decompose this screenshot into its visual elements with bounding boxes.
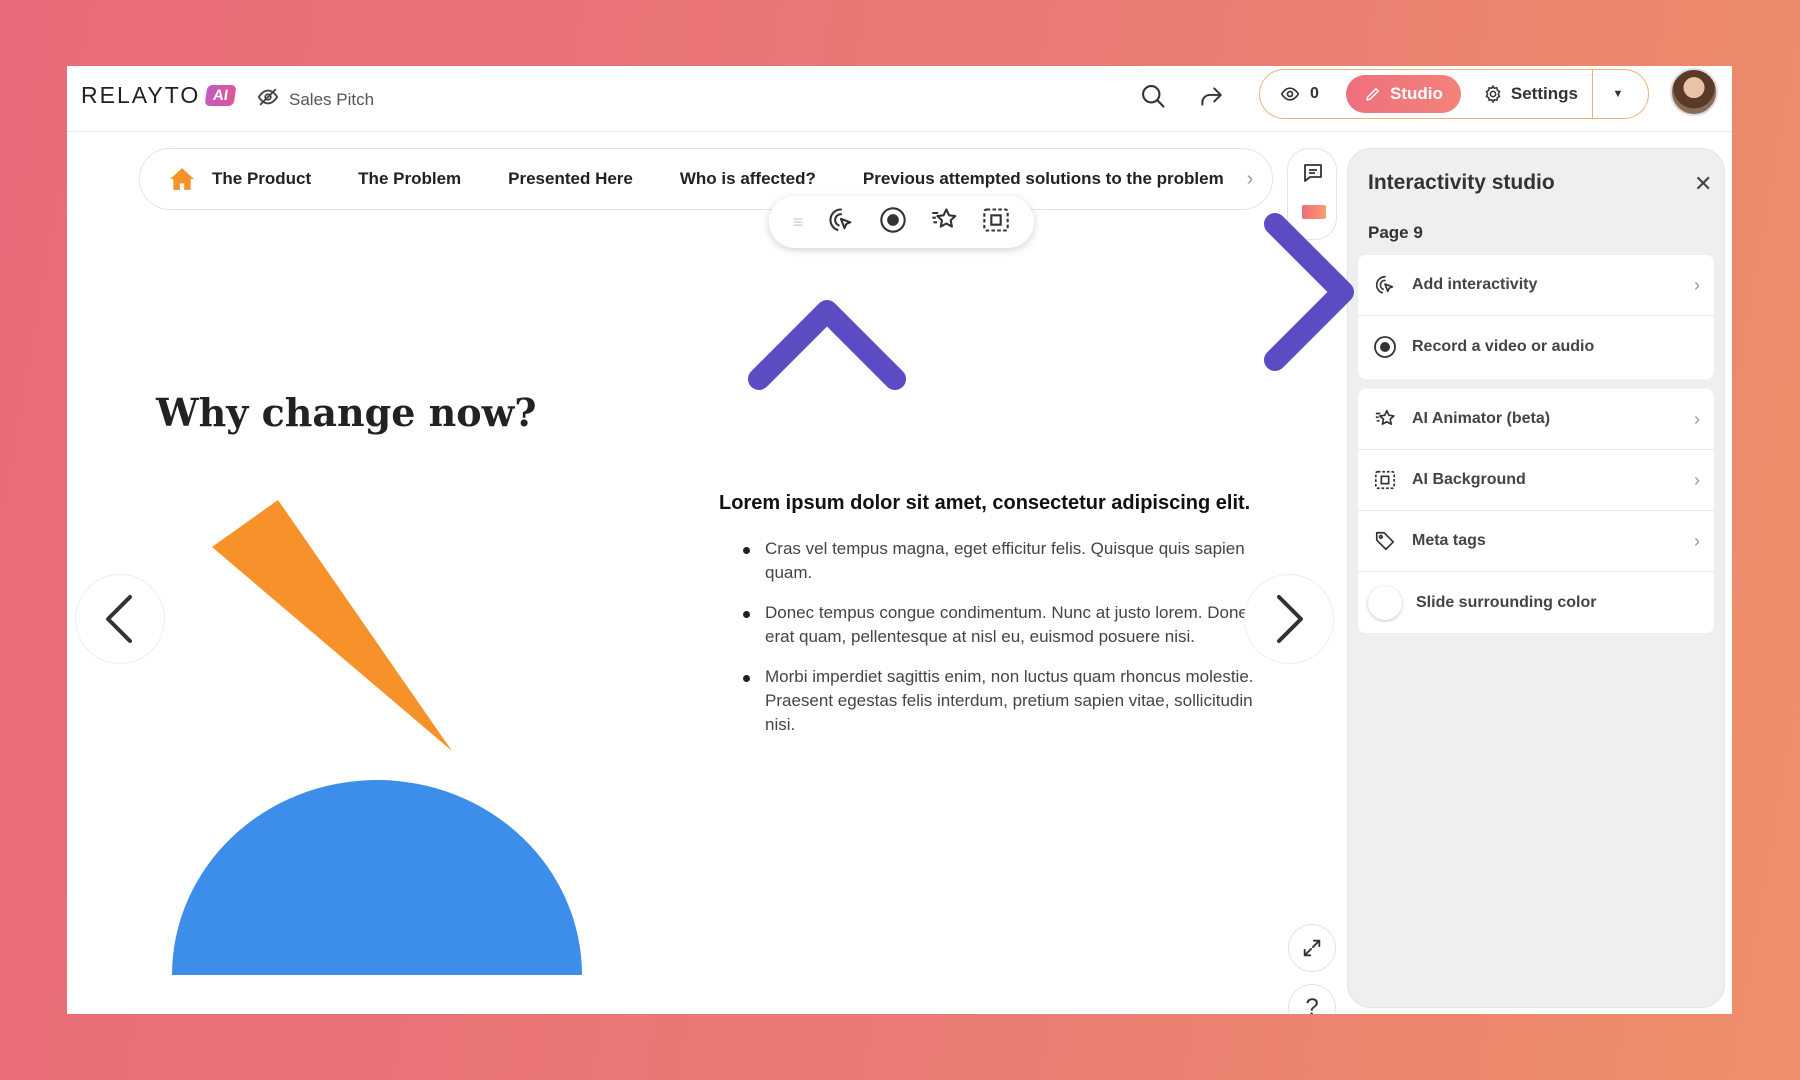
bullet-item: Morbi imperdiet sagittis enim, non luctu…: [719, 665, 1279, 737]
studio-card-secondary: AI Animator (beta) › AI Background › Met…: [1358, 389, 1714, 633]
bullet-item: Cras vel tempus magna, eget efficitur fe…: [719, 537, 1279, 585]
slide-surrounding-color-row[interactable]: Slide surrounding color: [1358, 572, 1714, 633]
record-tool[interactable]: [879, 206, 907, 239]
chapter-item[interactable]: Presented Here: [508, 169, 633, 189]
bullet-item: Donec tempus congue condimentum. Nunc at…: [719, 601, 1279, 649]
search-button[interactable]: [1133, 76, 1173, 116]
chapter-item[interactable]: The Problem: [358, 169, 461, 189]
chevron-right-icon: ›: [1694, 274, 1700, 295]
right-tools: [1287, 148, 1337, 240]
home-icon: [170, 168, 194, 190]
row-label: Add interactivity: [1412, 276, 1538, 293]
ai-animator-row[interactable]: AI Animator (beta) ›: [1358, 389, 1714, 450]
chevron-right-icon: ›: [1694, 408, 1700, 429]
row-label: Meta tags: [1412, 532, 1486, 549]
cursor-click-icon: [1372, 274, 1398, 296]
comment-button[interactable]: [1301, 161, 1325, 190]
search-icon: [1142, 85, 1165, 108]
expand-icon: [1303, 939, 1321, 957]
orange-triangle-shape: [212, 500, 452, 751]
settings-button[interactable]: Settings: [1461, 70, 1593, 118]
studio-label: Studio: [1390, 84, 1443, 103]
meta-tags-row[interactable]: Meta tags ›: [1358, 511, 1714, 572]
slide-body: Lorem ipsum dolor sit amet, consectetur …: [719, 492, 1319, 753]
chapter-list: The Product The Problem Presented Here W…: [212, 169, 1228, 189]
top-bar: RELAYTO AI Sales Pitch 0 Studio Settings…: [67, 66, 1732, 132]
row-label: Slide surrounding color: [1416, 593, 1597, 611]
logo-ai-badge: AI: [204, 84, 237, 106]
studio-button[interactable]: Studio: [1346, 75, 1461, 113]
more-dropdown-button[interactable]: ▼: [1593, 70, 1643, 118]
chevron-right-icon: [1277, 595, 1303, 643]
relayto-logo[interactable]: RELAYTO AI: [81, 80, 237, 110]
panel-title: Interactivity studio: [1368, 171, 1555, 194]
bullet-list: Cras vel tempus magna, eget efficitur fe…: [719, 537, 1319, 737]
slide-title: Why change now?: [156, 390, 537, 435]
app-window: RELAYTO AI Sales Pitch 0 Studio Settings…: [67, 66, 1732, 1014]
chevron-right-icon: ›: [1694, 469, 1700, 490]
settings-label: Settings: [1510, 84, 1578, 103]
chapter-item[interactable]: Who is affected?: [680, 169, 816, 189]
presentation-title[interactable]: Sales Pitch: [289, 90, 374, 110]
sparkle-star-icon: [932, 207, 957, 228]
hidden-eye-icon[interactable]: [257, 86, 279, 113]
fullscreen-button[interactable]: [1288, 924, 1336, 972]
close-icon: ✕: [1694, 171, 1713, 196]
eye-icon: [1280, 87, 1300, 101]
comment-icon: [1304, 164, 1322, 182]
ai-background-icon: [983, 207, 1009, 232]
interactivity-studio-panel: Interactivity studio ✕ Page 9 Add intera…: [1347, 148, 1725, 1008]
slide-body-heading: Lorem ipsum dolor sit amet, consectetur …: [719, 492, 1251, 514]
logo-text: RELAYTO: [81, 81, 201, 108]
share-button[interactable]: [1191, 76, 1231, 116]
row-label: AI Animator (beta): [1412, 410, 1551, 427]
row-label: Record a video or audio: [1412, 337, 1595, 355]
user-avatar[interactable]: [1670, 68, 1718, 116]
record-video-audio-row[interactable]: Record a video or audio: [1358, 316, 1714, 377]
chevron-right-icon: ›: [1246, 167, 1254, 190]
record-icon: [1372, 335, 1398, 359]
page-label: Page 9: [1368, 223, 1423, 242]
sparkle-star-icon: [1372, 408, 1398, 430]
ai-background-icon: [1372, 469, 1398, 491]
row-label: AI Background: [1412, 471, 1526, 488]
chapter-item[interactable]: The Product: [212, 169, 311, 189]
floating-toolbar: ≡: [769, 196, 1034, 248]
home-button[interactable]: [152, 166, 212, 192]
record-icon: [880, 206, 906, 233]
ai-background-tool[interactable]: [982, 206, 1010, 239]
previous-slide-button[interactable]: [75, 574, 165, 664]
recording-indicator[interactable]: [1302, 205, 1326, 219]
chapter-nav: The Product The Problem Presented Here W…: [139, 148, 1273, 210]
presentation-title-area: Sales Pitch: [257, 86, 374, 113]
views-count: 0: [1310, 85, 1319, 102]
next-slide-button[interactable]: [1244, 574, 1334, 664]
tags-icon: [1372, 530, 1398, 552]
close-panel-button[interactable]: ✕: [1694, 171, 1712, 197]
caret-down-icon: ▼: [1612, 88, 1624, 100]
chapter-next-arrow[interactable]: ›: [1228, 168, 1272, 191]
chevron-left-icon: [106, 595, 132, 643]
add-interactivity-row[interactable]: Add interactivity ›: [1358, 255, 1714, 316]
surrounding-color-toggle[interactable]: [1368, 585, 1402, 620]
add-interactivity-tool[interactable]: [827, 206, 855, 239]
chevron-right-icon: ›: [1694, 530, 1700, 551]
ai-animator-tool[interactable]: [930, 206, 958, 239]
pencil-icon: [1366, 88, 1379, 101]
share-arrow-icon: [1201, 87, 1222, 106]
chapter-item[interactable]: Previous attempted solutions to the prob…: [863, 169, 1224, 189]
gear-icon: [1485, 84, 1501, 104]
drag-handle-icon[interactable]: ≡: [793, 212, 804, 233]
question-mark-icon: ?: [1305, 994, 1319, 1014]
header-actions-pill: 0 Studio Settings ▼: [1259, 69, 1649, 119]
blue-half-circle-shape: [172, 780, 582, 975]
help-button[interactable]: ?: [1288, 984, 1336, 1014]
ai-background-row[interactable]: AI Background ›: [1358, 450, 1714, 511]
cursor-click-icon: [829, 207, 852, 231]
studio-card-primary: Add interactivity › Record a video or au…: [1358, 255, 1714, 379]
views-counter[interactable]: 0: [1260, 84, 1346, 104]
